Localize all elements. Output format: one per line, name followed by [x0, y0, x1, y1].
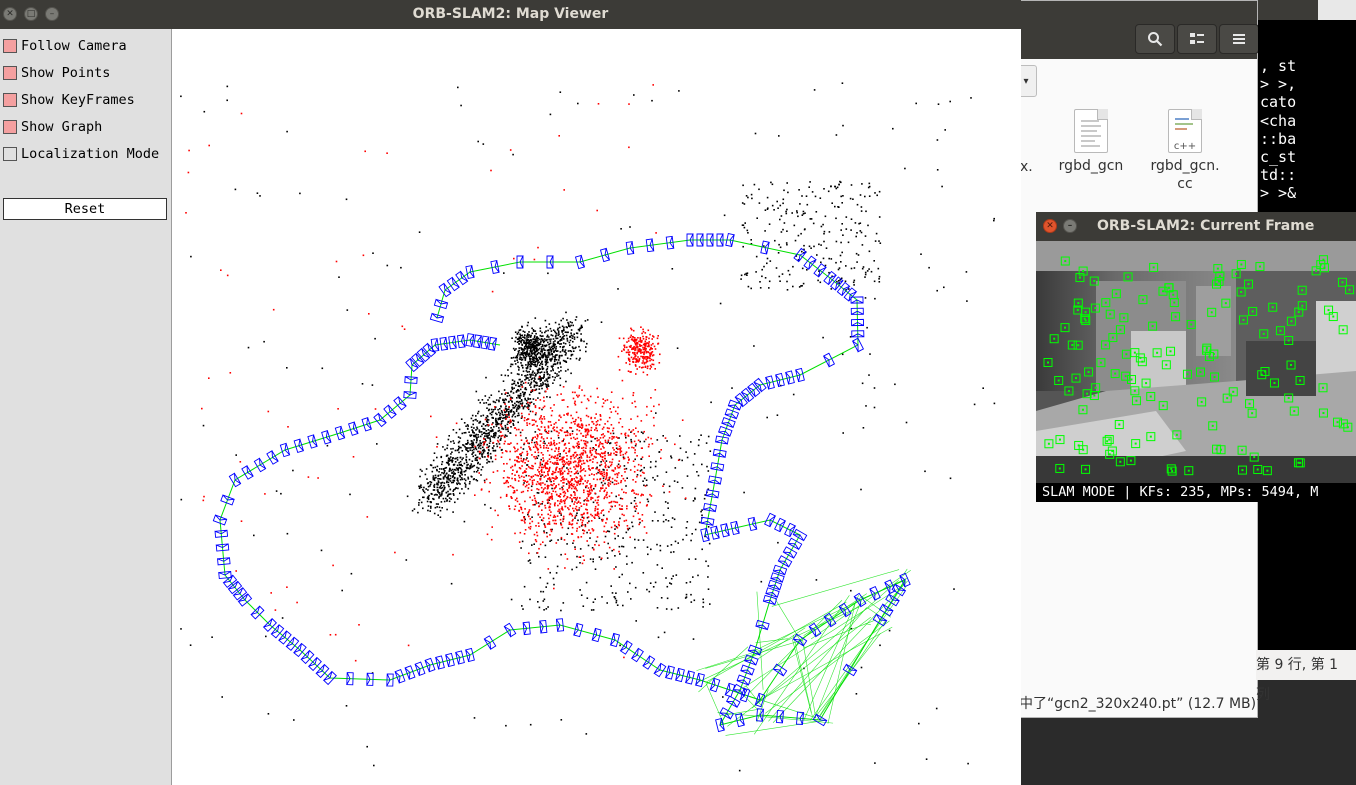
- grid-view-button[interactable]: [1177, 24, 1217, 54]
- checkbox-box[interactable]: [3, 66, 17, 80]
- menu-icon: [1233, 34, 1245, 44]
- minimize-icon: –: [49, 9, 55, 19]
- close-icon: ✕: [6, 9, 14, 19]
- map-canvas[interactable]: [173, 29, 1021, 785]
- code-line: cato: [1260, 93, 1297, 112]
- cpp-badge: c++: [1173, 141, 1197, 152]
- editor-titlebar: [1258, 0, 1318, 20]
- window-title: ORB-SLAM2: Map Viewer: [0, 0, 1021, 29]
- grid-view-icon: [1190, 33, 1204, 44]
- localization-mode-checkbox[interactable]: Localization Mode: [3, 145, 159, 163]
- code-line: > >&: [1260, 184, 1297, 203]
- file-item-rgbd-gcn-cc[interactable]: c++ rgbd_gcn. cc: [1145, 109, 1225, 193]
- code-line: <cha: [1260, 111, 1297, 130]
- file-label-cut: x.: [1020, 159, 1033, 175]
- status-bar: SLAM MODE | KFs: 235, MPs: 5494, M: [1036, 483, 1356, 502]
- code-line: > >,: [1260, 75, 1297, 94]
- maximize-button[interactable]: □: [24, 7, 38, 21]
- minimize-button[interactable]: –: [1063, 219, 1077, 233]
- checkbox-box[interactable]: [3, 120, 17, 134]
- reset-button[interactable]: Reset: [3, 198, 167, 220]
- code-line: , st: [1260, 57, 1297, 75]
- follow-camera-checkbox[interactable]: Follow Camera: [3, 37, 127, 55]
- close-button[interactable]: ✕: [3, 7, 17, 21]
- editor-status: 第 9 行, 第 1 列: [1256, 650, 1356, 703]
- checkbox-box[interactable]: [3, 93, 17, 107]
- checkbox-box[interactable]: [3, 39, 17, 53]
- checkbox-label: Show Points: [21, 65, 111, 81]
- local-map-points: [185, 84, 687, 662]
- minimize-button[interactable]: –: [45, 7, 59, 21]
- window-title: ORB-SLAM2: Current Frame: [1097, 218, 1315, 234]
- close-button[interactable]: ✕: [1043, 219, 1057, 233]
- file-name: rgbd_gcn. cc: [1150, 158, 1220, 192]
- minimize-icon: –: [1067, 221, 1073, 231]
- checkbox-box[interactable]: [3, 147, 17, 161]
- file-item-rgbd-gcn[interactable]: rgbd_gcn: [1051, 109, 1131, 175]
- search-button[interactable]: [1135, 24, 1175, 54]
- covisibility-graph: [219, 239, 911, 736]
- camera-frame-image: [1036, 241, 1356, 483]
- text-file-icon: [1074, 109, 1108, 153]
- show-keyframes-checkbox[interactable]: Show KeyFrames: [3, 91, 135, 109]
- file-manager-toolbar: [1001, 19, 1259, 59]
- control-panel: Follow Camera Show Points Show KeyFrames…: [0, 29, 172, 785]
- chevron-down-icon: ▾: [1023, 75, 1029, 87]
- cpp-file-icon: c++: [1168, 109, 1202, 153]
- show-points-checkbox[interactable]: Show Points: [3, 64, 110, 82]
- show-graph-checkbox[interactable]: Show Graph: [3, 118, 102, 136]
- search-icon: [1148, 32, 1163, 47]
- file-manager-titlebar: [1001, 1, 1257, 19]
- code-line: ::ba: [1260, 129, 1297, 148]
- map-viewer-window: ORB-SLAM2: Map Viewer ✕ □ – Follow Camer…: [0, 0, 1021, 785]
- close-icon: ✕: [1046, 221, 1054, 231]
- code-line: c_st: [1260, 148, 1297, 167]
- status-text: 中了“gcn2_320x240.pt” (12.7 MB): [1019, 696, 1257, 712]
- current-frame-titlebar: ✕ – ORB-SLAM2: Current Frame: [1036, 212, 1356, 241]
- map-points: [180, 82, 996, 772]
- maximize-icon: □: [26, 9, 36, 19]
- code-line: td::: [1260, 166, 1297, 185]
- menu-button[interactable]: [1219, 24, 1259, 54]
- file-name: rgbd_gcn: [1058, 158, 1124, 174]
- checkbox-label: Show KeyFrames: [21, 92, 135, 108]
- checkbox-label: Show Graph: [21, 119, 103, 135]
- checkbox-label: Localization Mode: [21, 146, 160, 162]
- checkbox-label: Follow Camera: [21, 38, 127, 54]
- current-frame-window: ✕ – ORB-SLAM2: Current Frame SLAM MODE |…: [1036, 212, 1356, 502]
